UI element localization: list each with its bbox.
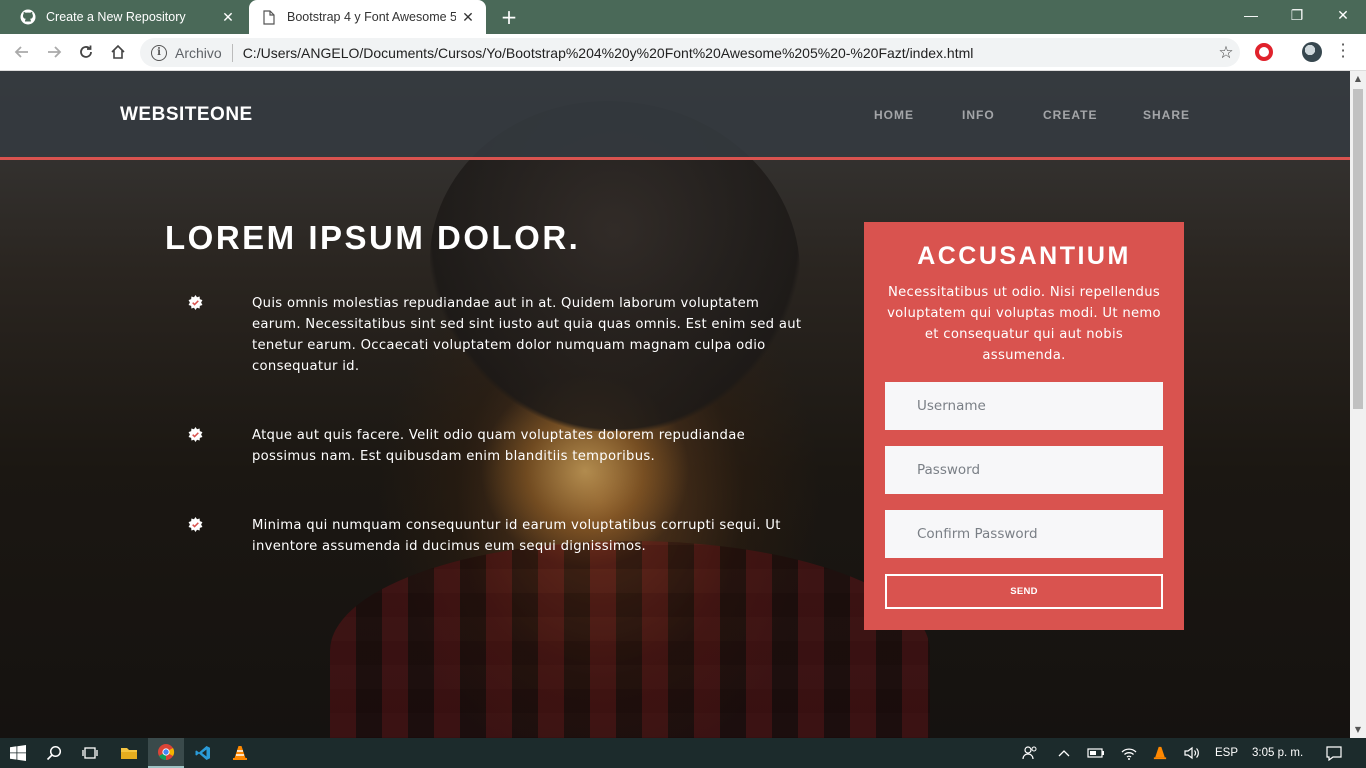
card-title: ACCUSANTIUM: [917, 242, 1131, 270]
battery-icon[interactable]: [1078, 738, 1114, 768]
browser-toolbar: i Archivo C:/Users/ANGELO/Documents/Curs…: [0, 34, 1366, 71]
windows-taskbar: ESP 3:05 p. m.: [0, 738, 1366, 768]
browser-menu-icon[interactable]: · · ·: [1336, 37, 1350, 65]
forward-icon[interactable]: [42, 40, 66, 64]
feature-text: Atque aut quis facere. Velit odio quam v…: [252, 428, 746, 464]
document-icon: [261, 9, 277, 25]
site-brand[interactable]: WEBSITEONE: [120, 104, 253, 126]
file-explorer-icon[interactable]: [111, 738, 147, 768]
site-navbar: WEBSITEONE HOME INFO CREATE SHARE: [0, 71, 1350, 160]
notifications-icon[interactable]: [1316, 738, 1352, 768]
task-view-icon[interactable]: [72, 738, 108, 768]
clock[interactable]: 3:05 p. m.: [1252, 738, 1303, 768]
reload-icon[interactable]: [74, 40, 98, 64]
vscode-icon[interactable]: [185, 738, 221, 768]
close-icon[interactable]: ✕: [216, 9, 240, 26]
vlc-icon[interactable]: [222, 738, 258, 768]
feature-text: Minima qui numquam consequuntur id earum…: [252, 518, 781, 554]
address-url[interactable]: C:/Users/ANGELO/Documents/Cursos/Yo/Boot…: [243, 45, 1212, 61]
feature-text: Quis omnis molestias repudiandae aut in …: [252, 296, 802, 374]
volume-icon[interactable]: [1174, 738, 1210, 768]
restore-icon[interactable]: ❐: [1274, 0, 1320, 30]
nav-create[interactable]: CREATE: [1043, 108, 1097, 122]
hero-background-photo-shirt: [330, 541, 930, 738]
tab-github[interactable]: Create a New Repository ✕: [8, 0, 246, 34]
confirm-password-input[interactable]: [885, 510, 1163, 558]
scrollbar-thumb[interactable]: [1353, 89, 1363, 409]
card-description: Necessitatibus ut odio. Nisi repellendus…: [887, 285, 1161, 363]
language-indicator[interactable]: ESP: [1215, 738, 1238, 768]
send-button[interactable]: SEND: [885, 574, 1163, 609]
address-divider: [231, 43, 233, 62]
home-icon[interactable]: [106, 40, 130, 64]
back-icon[interactable]: [10, 40, 34, 64]
tab-label: Create a New Repository: [46, 10, 186, 24]
browser-tab-strip: Create a New Repository ✕ Bootstrap 4 y …: [0, 0, 1366, 34]
check-badge-icon: [188, 517, 203, 532]
minimize-icon[interactable]: —: [1228, 0, 1274, 30]
check-badge-icon: [188, 295, 203, 310]
vlc-tray-icon[interactable]: [1142, 738, 1178, 768]
hero-headline: LOREM IPSUM DOLOR.: [165, 219, 581, 256]
page-viewport: WEBSITEONE HOME INFO CREATE SHARE LOREM …: [0, 71, 1350, 738]
profile-avatar[interactable]: [1302, 42, 1322, 62]
bookmark-star-icon[interactable]: ☆: [1212, 43, 1240, 63]
github-icon: [20, 9, 36, 25]
tab-label: Bootstrap 4 y Font Awesome 5: [287, 10, 456, 24]
chevron-up-icon[interactable]: [1046, 738, 1082, 768]
page-scrollbar[interactable]: ▲ ▼: [1350, 71, 1366, 738]
scroll-up-icon[interactable]: ▲: [1350, 71, 1366, 87]
window-close-icon[interactable]: ✕: [1320, 0, 1366, 30]
username-input[interactable]: [885, 382, 1163, 430]
address-scheme-label: Archivo: [175, 44, 222, 61]
people-icon[interactable]: [1012, 738, 1048, 768]
nav-share[interactable]: SHARE: [1143, 108, 1190, 122]
opera-extension-icon[interactable]: [1255, 43, 1273, 61]
chrome-taskbar-icon[interactable]: [148, 738, 184, 768]
address-bar[interactable]: i Archivo C:/Users/ANGELO/Documents/Curs…: [140, 38, 1240, 67]
tab-bootstrap[interactable]: Bootstrap 4 y Font Awesome 5 ✕: [249, 0, 486, 34]
nav-home[interactable]: HOME: [874, 108, 914, 122]
check-badge-icon: [188, 427, 203, 442]
new-tab-icon[interactable]: +: [498, 6, 520, 28]
scroll-down-icon[interactable]: ▼: [1350, 722, 1366, 738]
search-icon[interactable]: [36, 738, 72, 768]
windows-start-icon[interactable]: [0, 738, 36, 768]
signup-card: ACCUSANTIUM Necessitatibus ut odio. Nisi…: [864, 222, 1184, 630]
close-icon[interactable]: ✕: [456, 9, 480, 26]
nav-info[interactable]: INFO: [962, 108, 995, 122]
info-icon[interactable]: i: [151, 44, 167, 61]
password-input[interactable]: [885, 446, 1163, 494]
